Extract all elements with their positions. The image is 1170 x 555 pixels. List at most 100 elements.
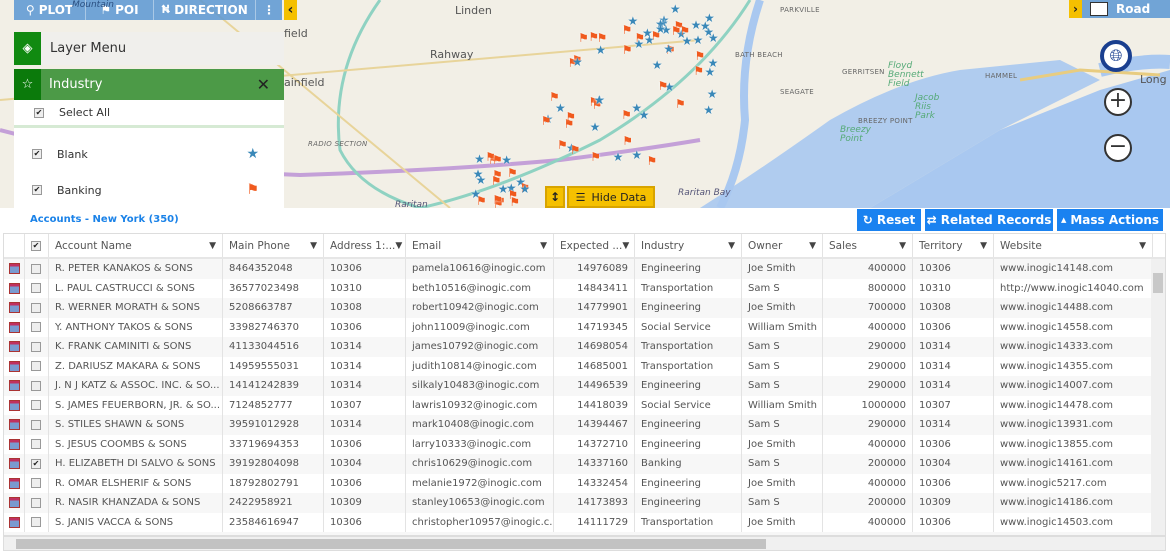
row-checkbox[interactable] bbox=[31, 322, 41, 333]
filter-icon[interactable]: ▼ bbox=[728, 241, 735, 251]
record-icon[interactable] bbox=[9, 458, 20, 470]
industry-layer-header[interactable]: ☆ Industry ✕ bbox=[14, 69, 284, 100]
globe-refresh-icon[interactable]: 🌐︎ bbox=[1100, 40, 1132, 72]
record-icon[interactable] bbox=[9, 302, 20, 314]
table-row[interactable]: R. NASIR KHANZADA & SONS 2422958921 10309 s… bbox=[4, 493, 1165, 513]
flag-marker-icon[interactable]: ⚑ bbox=[492, 194, 503, 206]
record-icon[interactable] bbox=[9, 516, 20, 528]
column-header[interactable]: Industry ▼ bbox=[635, 234, 742, 257]
row-checkbox[interactable] bbox=[31, 517, 41, 528]
flag-marker-icon[interactable]: ⚑ bbox=[557, 139, 568, 151]
expand-map-type-button[interactable]: › bbox=[1069, 0, 1082, 18]
row-checkbox[interactable] bbox=[31, 341, 41, 352]
row-checkbox[interactable] bbox=[31, 497, 41, 508]
row-checkbox-cell[interactable] bbox=[25, 395, 49, 415]
table-row[interactable]: L. PAUL CASTRUCCI & SONS 36577023498 10310… bbox=[4, 278, 1165, 298]
map[interactable]: ★ ⚑ ⚑ ⚑ ★ ★ ★ ⚑ ⚑ ⚑ ★ ★ ★ ★ ★ ★ ⚑ ★ ★ ⚑ ★ ⚑ ★ ★ ⚑ ⚑ ⚑ ★ ⚑ ⚑ ⚑ ⚑ ⚑ ⚑ ★ ⚑ ★ ★ ⚑ ★… bbox=[0, 0, 1170, 208]
row-checkbox-cell[interactable] bbox=[25, 278, 49, 298]
star-pin-marker-icon[interactable]: ★ bbox=[628, 15, 639, 27]
table-row[interactable]: K. FRANK CAMINITI & SONS 41133044516 10314… bbox=[4, 337, 1165, 357]
flag-marker-icon[interactable]: ⚑ bbox=[476, 195, 487, 207]
star-pin-marker-icon[interactable]: ★ bbox=[473, 168, 484, 180]
star-pin-marker-icon[interactable]: ★ bbox=[707, 88, 718, 100]
legend-checkbox[interactable]: ✔ bbox=[32, 185, 42, 195]
flag-marker-icon[interactable]: ⚑ bbox=[658, 80, 669, 92]
row-checkbox[interactable] bbox=[31, 283, 41, 294]
flag-marker-icon[interactable]: ⚑ bbox=[693, 65, 704, 77]
table-row[interactable]: S. JANIS VACCA & SONS 23584616947 10306 chr… bbox=[4, 512, 1165, 532]
star-pin-marker-icon[interactable]: ★ bbox=[652, 59, 663, 71]
table-row[interactable]: R. WERNER MORATH & SONS 5208663787 10308 ro… bbox=[4, 298, 1165, 318]
star-pin-marker-icon[interactable]: ★ bbox=[631, 149, 642, 161]
row-checkbox-cell[interactable] bbox=[25, 259, 49, 279]
horizontal-scrollbar[interactable] bbox=[3, 536, 1166, 551]
column-header[interactable]: Sales ▼ bbox=[823, 234, 913, 257]
filter-icon[interactable]: ▼ bbox=[540, 241, 547, 251]
row-checkbox-cell[interactable] bbox=[25, 376, 49, 396]
column-header[interactable]: Website ▼ bbox=[994, 234, 1153, 257]
row-checkbox-cell[interactable] bbox=[25, 337, 49, 357]
star-pin-marker-icon[interactable]: ★ bbox=[595, 44, 606, 56]
select-all-row[interactable]: ✔ Select All bbox=[14, 100, 284, 128]
column-header[interactable]: Territory ▼ bbox=[913, 234, 994, 257]
star-pin-marker-icon[interactable]: ★ bbox=[474, 153, 485, 165]
reset-button[interactable]: ↻ Reset bbox=[857, 209, 921, 231]
row-checkbox-cell[interactable] bbox=[25, 512, 49, 532]
row-checkbox-cell[interactable] bbox=[25, 434, 49, 454]
record-icon[interactable] bbox=[9, 419, 20, 431]
scroll-thumb[interactable] bbox=[16, 539, 766, 549]
flag-marker-icon[interactable]: ⚑ bbox=[492, 154, 503, 166]
row-checkbox[interactable] bbox=[31, 263, 41, 274]
mass-actions-button[interactable]: ▲ Mass Actions bbox=[1057, 209, 1163, 231]
record-icon[interactable] bbox=[9, 497, 20, 509]
row-checkbox-cell[interactable] bbox=[25, 473, 49, 493]
filter-icon[interactable]: ▼ bbox=[980, 241, 987, 251]
flag-marker-icon[interactable]: ⚑ bbox=[647, 155, 658, 167]
road-map-button[interactable]: Road bbox=[1082, 0, 1170, 18]
column-header[interactable]: Account Name ▼ bbox=[49, 234, 223, 257]
record-icon[interactable] bbox=[9, 399, 20, 411]
star-pin-marker-icon[interactable]: ★ bbox=[663, 43, 674, 55]
collapse-toolbar-button[interactable]: ‹ bbox=[284, 0, 297, 20]
flag-marker-icon[interactable]: ⚑ bbox=[588, 31, 599, 43]
table-row[interactable]: S. JESUS COOMBS & SONS 33719694353 10306 la… bbox=[4, 434, 1165, 454]
row-checkbox[interactable] bbox=[31, 302, 41, 313]
hide-data-button[interactable]: ☰ Hide Data bbox=[567, 186, 655, 208]
star-pin-marker-icon[interactable]: ★ bbox=[670, 3, 681, 15]
flag-marker-icon[interactable]: ⚑ bbox=[694, 50, 705, 62]
filter-icon[interactable]: ▼ bbox=[809, 241, 816, 251]
column-header[interactable]: Address 1:... ▼ bbox=[324, 234, 406, 257]
table-row[interactable]: Y. ANTHONY TAKOS & SONS 33982746370 10306 j… bbox=[4, 317, 1165, 337]
star-pin-marker-icon[interactable]: ★ bbox=[555, 102, 566, 114]
zoom-out-button[interactable]: − bbox=[1104, 134, 1132, 162]
zoom-in-button[interactable]: + bbox=[1104, 88, 1132, 116]
star-pin-marker-icon[interactable]: ★ bbox=[520, 183, 531, 195]
row-checkbox[interactable] bbox=[31, 419, 41, 430]
table-row[interactable]: S. JAMES FEUERBORN, JR. & SO... 712485277… bbox=[4, 395, 1165, 415]
filter-icon[interactable]: ▼ bbox=[209, 241, 216, 251]
related-records-button[interactable]: ⇄ Related Records bbox=[925, 209, 1053, 231]
layer-menu[interactable]: ◈ Layer Menu bbox=[14, 32, 284, 65]
row-checkbox[interactable] bbox=[31, 439, 41, 450]
legend-item-banking[interactable]: ✔ Banking ⚑ bbox=[14, 172, 284, 208]
star-pin-marker-icon[interactable]: ★ bbox=[693, 34, 704, 46]
row-checkbox-cell[interactable] bbox=[25, 317, 49, 337]
flag-marker-icon[interactable]: ⚑ bbox=[565, 111, 576, 123]
table-row[interactable]: Z. DARIUSZ MAKARA & SONS 14959555031 10314… bbox=[4, 356, 1165, 376]
star-pin-marker-icon[interactable]: ★ bbox=[590, 121, 601, 133]
star-pin-marker-icon[interactable]: ★ bbox=[704, 12, 715, 24]
legend-item-blank[interactable]: ✔ Blank ★ bbox=[14, 136, 284, 172]
row-checkbox[interactable] bbox=[31, 400, 41, 411]
star-pin-marker-icon[interactable]: ★ bbox=[655, 23, 666, 35]
row-checkbox-cell[interactable] bbox=[25, 298, 49, 318]
header-checkbox[interactable]: ✔ bbox=[31, 240, 41, 251]
filter-icon[interactable]: ▼ bbox=[622, 241, 629, 251]
table-row[interactable]: J. N J KATZ & ASSOC. INC. & SO... 1414124… bbox=[4, 376, 1165, 396]
flag-marker-icon[interactable]: ⚑ bbox=[622, 135, 633, 147]
more-button[interactable]: ⋮ bbox=[256, 0, 282, 20]
flag-marker-icon[interactable]: ⚑ bbox=[634, 32, 645, 44]
header-checkbox-cell[interactable]: ✔ bbox=[25, 234, 49, 257]
flag-marker-icon[interactable]: ⚑ bbox=[622, 44, 633, 56]
table-row[interactable]: ✔ H. ELIZABETH DI SALVO & SONS 39192804098… bbox=[4, 454, 1165, 474]
star-pin-marker-icon[interactable]: ★ bbox=[572, 56, 583, 68]
